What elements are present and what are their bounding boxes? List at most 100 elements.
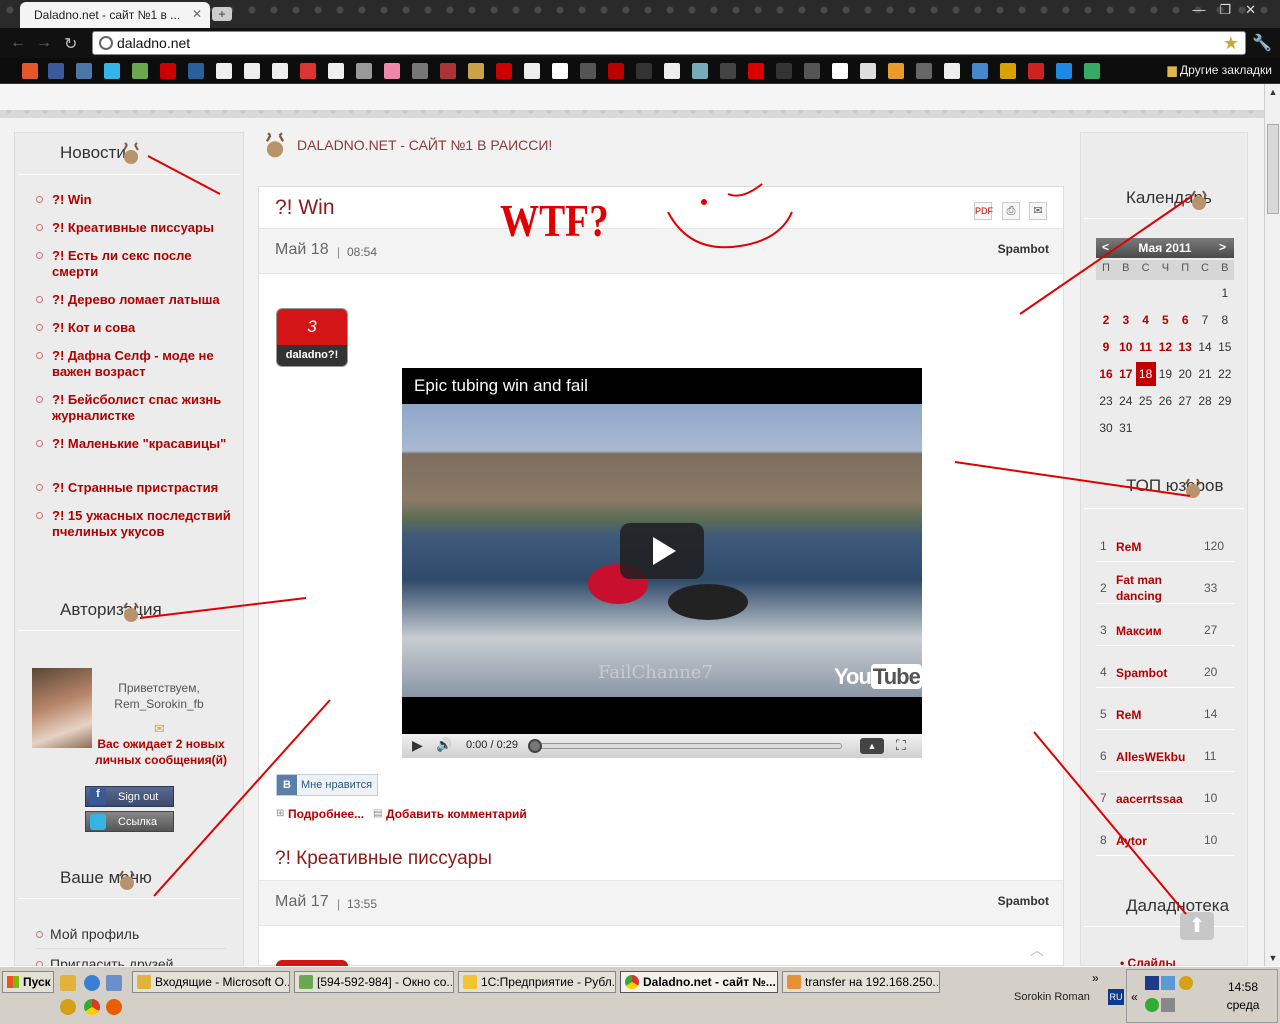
calendar-day-link[interactable]: 11 (1136, 340, 1156, 354)
taskbar-button-1c[interactable]: 1С:Предприятие - Рубл... (458, 971, 616, 993)
address-bar[interactable]: daladno.net ★ (92, 31, 1246, 55)
link-button[interactable]: Ссылка (85, 811, 174, 832)
bookmark-icon[interactable] (1028, 63, 1044, 79)
taskbar-button-transfer[interactable]: transfer на 192.168.250.... (782, 971, 940, 993)
scrubber-handle[interactable] (528, 739, 542, 753)
page-bookmark-icon[interactable] (272, 63, 288, 79)
avatar[interactable] (32, 668, 92, 748)
close-tab-icon[interactable]: ✕ (192, 7, 202, 21)
user-name-link[interactable]: aacerrtssaa (1116, 791, 1192, 807)
browser-tab[interactable]: Daladno.net - сайт №1 в ... ✕ (20, 2, 210, 28)
new-tab-button[interactable]: + (212, 7, 232, 21)
article-title[interactable]: ?! Креативные писсуары (275, 848, 492, 870)
chrome-icon[interactable] (84, 999, 100, 1015)
read-more-link[interactable]: Подробнее... (288, 807, 364, 821)
scrollbar-thumb[interactable] (1267, 124, 1279, 214)
reload-icon[interactable]: ↻ (64, 34, 77, 54)
expand-up-icon[interactable]: ▲ (860, 738, 884, 754)
calendar-day-link[interactable]: 12 (1155, 340, 1175, 354)
bookmark-icon[interactable] (300, 63, 316, 79)
bookmark-icon[interactable] (692, 63, 708, 79)
bookmark-icon[interactable] (580, 63, 596, 79)
bookmark-icon[interactable] (22, 63, 38, 79)
bookmark-icon[interactable] (972, 63, 988, 79)
news-item[interactable]: ?! Бейсболист спас жизнь журналистке (52, 392, 232, 424)
user-name-link[interactable]: ReM (1116, 539, 1192, 555)
user-name-link[interactable]: ReM (1116, 707, 1192, 723)
bookmark-icon[interactable] (440, 63, 456, 79)
close-window-icon[interactable]: ✕ (1245, 2, 1270, 17)
back-to-top-button[interactable]: ⬆ (1180, 912, 1214, 940)
facebook-bookmark-icon[interactable] (48, 63, 64, 79)
taskbar-button-outlook[interactable]: Входящие - Microsoft O... (132, 971, 290, 993)
start-button[interactable]: Пуск (2, 971, 54, 993)
youtube-logo-icon[interactable]: YouTube (834, 664, 922, 690)
bookmark-icon[interactable] (468, 63, 484, 79)
print-icon[interactable]: ⎙ (1002, 202, 1020, 220)
bookmark-icon[interactable] (916, 63, 932, 79)
page-bookmark-icon[interactable] (216, 63, 232, 79)
scroll-up-chevron-icon[interactable]: ︿ (1030, 940, 1044, 960)
calendar-day-link[interactable]: 10 (1116, 340, 1136, 354)
email-icon[interactable]: ✉ (1029, 202, 1047, 220)
page-bookmark-icon[interactable] (244, 63, 260, 79)
page-bookmark-icon[interactable] (328, 63, 344, 79)
forward-arrow-icon[interactable]: → (36, 34, 52, 52)
calendar-day-link[interactable]: 9 (1096, 340, 1116, 354)
news-item[interactable]: ?! Дафна Селф - моде не важен возраст (52, 348, 232, 380)
bookmark-icon[interactable] (776, 63, 792, 79)
news-item[interactable]: ?! Странные пристрастия (52, 480, 232, 496)
firefox-icon[interactable] (106, 999, 122, 1015)
overflow-chevron-icon[interactable]: » (1092, 971, 1099, 985)
bookmark-icon[interactable] (412, 63, 428, 79)
daladnoteka-item[interactable]: • Слайды (1120, 956, 1176, 966)
calendar-day-link[interactable]: 16 (1096, 367, 1116, 381)
calendar-day-link[interactable]: 4 (1136, 313, 1156, 327)
bookmark-icon[interactable] (748, 63, 764, 79)
user-name-link[interactable]: Максим (1116, 623, 1192, 639)
video-player[interactable]: Epic tubing win and fail FailChanne7 You… (402, 368, 922, 758)
bookmark-icon[interactable] (356, 63, 372, 79)
scroll-down-arrow-icon[interactable]: ▼ (1265, 950, 1280, 966)
bookmark-icon[interactable] (160, 63, 176, 79)
minimize-icon[interactable]: — (1192, 2, 1219, 17)
news-item[interactable]: ?! Есть ли секс после смерти (52, 248, 232, 280)
page-bookmark-icon[interactable] (944, 63, 960, 79)
ie-icon[interactable] (84, 975, 100, 991)
article-author[interactable]: Spambot (998, 894, 1049, 908)
star-bookmark-icon[interactable] (552, 63, 568, 79)
taskbar-button-chat[interactable]: [594-592-984] - Окно со... (294, 971, 454, 993)
page-scrollbar[interactable]: ▲ ▼ (1264, 84, 1280, 966)
user-name-link[interactable]: Spambot (1116, 665, 1192, 681)
bookmark-icon[interactable] (888, 63, 904, 79)
bookmark-icon[interactable] (1056, 63, 1072, 79)
calendar-day-link[interactable]: 17 (1116, 367, 1136, 381)
news-item[interactable]: ?! Маленькие "красавицы" (52, 436, 232, 452)
news-item[interactable]: ?! Win (52, 192, 232, 208)
add-comment-link[interactable]: Добавить комментарий (386, 807, 527, 821)
tray-icon[interactable] (1161, 976, 1175, 990)
news-item[interactable]: ?! Кот и сова (52, 320, 232, 336)
quicklaunch-icon[interactable] (106, 975, 122, 991)
progress-bar[interactable] (532, 743, 842, 749)
page-bookmark-icon[interactable] (664, 63, 680, 79)
menu-item-profile[interactable]: Мой профиль (50, 926, 139, 942)
maximize-icon[interactable]: ❐ (1219, 2, 1245, 17)
news-item[interactable]: ?! Дерево ломает латыша (52, 292, 232, 308)
play-overlay-button[interactable] (620, 523, 704, 579)
quicklaunch-icon[interactable] (60, 975, 76, 991)
next-month-button[interactable]: > (1219, 240, 1226, 254)
vote-badge[interactable]: 3 daladno?! (276, 308, 348, 367)
youtube-bookmark-icon[interactable] (496, 63, 512, 79)
bookmark-icon[interactable] (832, 63, 848, 79)
like-button[interactable]: В Мне нравится (276, 774, 378, 796)
quicklaunch-icon[interactable] (60, 999, 76, 1015)
bookmark-icon[interactable] (1084, 63, 1100, 79)
twitter-bookmark-icon[interactable] (104, 63, 120, 79)
language-indicator[interactable]: RU (1108, 989, 1124, 1005)
article-author[interactable]: Spambot (998, 242, 1049, 256)
calendar-day-today[interactable]: 18 (1135, 362, 1156, 386)
play-icon[interactable]: ▶ (412, 737, 423, 754)
news-item[interactable]: ?! Креативные писсуары (52, 220, 232, 236)
calendar-day-link[interactable]: 3 (1116, 313, 1136, 327)
